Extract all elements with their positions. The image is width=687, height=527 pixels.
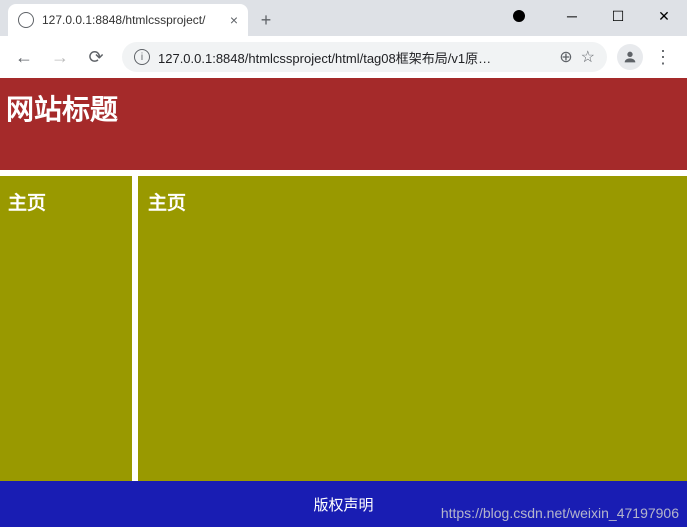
new-tab-button[interactable]: + — [252, 6, 280, 34]
window-controls: ─ ☐ ✕ — [513, 0, 687, 32]
globe-icon — [18, 12, 34, 28]
main-heading: 主页 — [148, 188, 677, 215]
page-viewport: 网站标题 主页 主页 版权声明 https://blog.csdn.net/we… — [0, 78, 687, 527]
bookmark-icon[interactable]: ☆ — [581, 47, 595, 67]
page-body: 主页 主页 — [0, 176, 687, 481]
maximize-button[interactable]: ☐ — [595, 0, 641, 32]
tab-title: 127.0.0.1:8848/htmlcssproject/ — [42, 13, 222, 27]
address-bar-row: ← → ⟳ i 127.0.0.1:8848/htmlcssproject/ht… — [0, 36, 687, 78]
browser-tab[interactable]: 127.0.0.1:8848/htmlcssproject/ × — [8, 4, 248, 36]
watermark: https://blog.csdn.net/weixin_47197906 — [441, 505, 679, 521]
menu-button[interactable]: ⋮ — [647, 41, 679, 73]
address-text: 127.0.0.1:8848/htmlcssproject/html/tag08… — [158, 48, 551, 67]
media-indicator-icon[interactable] — [513, 10, 525, 22]
reload-button[interactable]: ⟳ — [80, 41, 112, 73]
minimize-button[interactable]: ─ — [549, 0, 595, 32]
page-header: 网站标题 — [0, 78, 687, 170]
sidebar-heading: 主页 — [8, 188, 124, 215]
footer-text: 版权声明 — [313, 494, 373, 515]
profile-avatar[interactable] — [617, 44, 643, 70]
close-icon[interactable]: × — [230, 12, 238, 28]
forward-button[interactable]: → — [44, 41, 76, 73]
back-button[interactable]: ← — [8, 41, 40, 73]
address-bar[interactable]: i 127.0.0.1:8848/htmlcssproject/html/tag… — [122, 42, 607, 72]
person-icon — [622, 49, 638, 65]
site-info-icon[interactable]: i — [134, 49, 150, 65]
sidebar-frame: 主页 — [0, 176, 138, 481]
site-title: 网站标题 — [6, 94, 118, 125]
main-frame: 主页 — [138, 176, 687, 481]
browser-chrome: 127.0.0.1:8848/htmlcssproject/ × + ─ ☐ ✕… — [0, 0, 687, 78]
close-window-button[interactable]: ✕ — [641, 0, 687, 32]
search-icon[interactable]: ⊕ — [559, 47, 572, 67]
